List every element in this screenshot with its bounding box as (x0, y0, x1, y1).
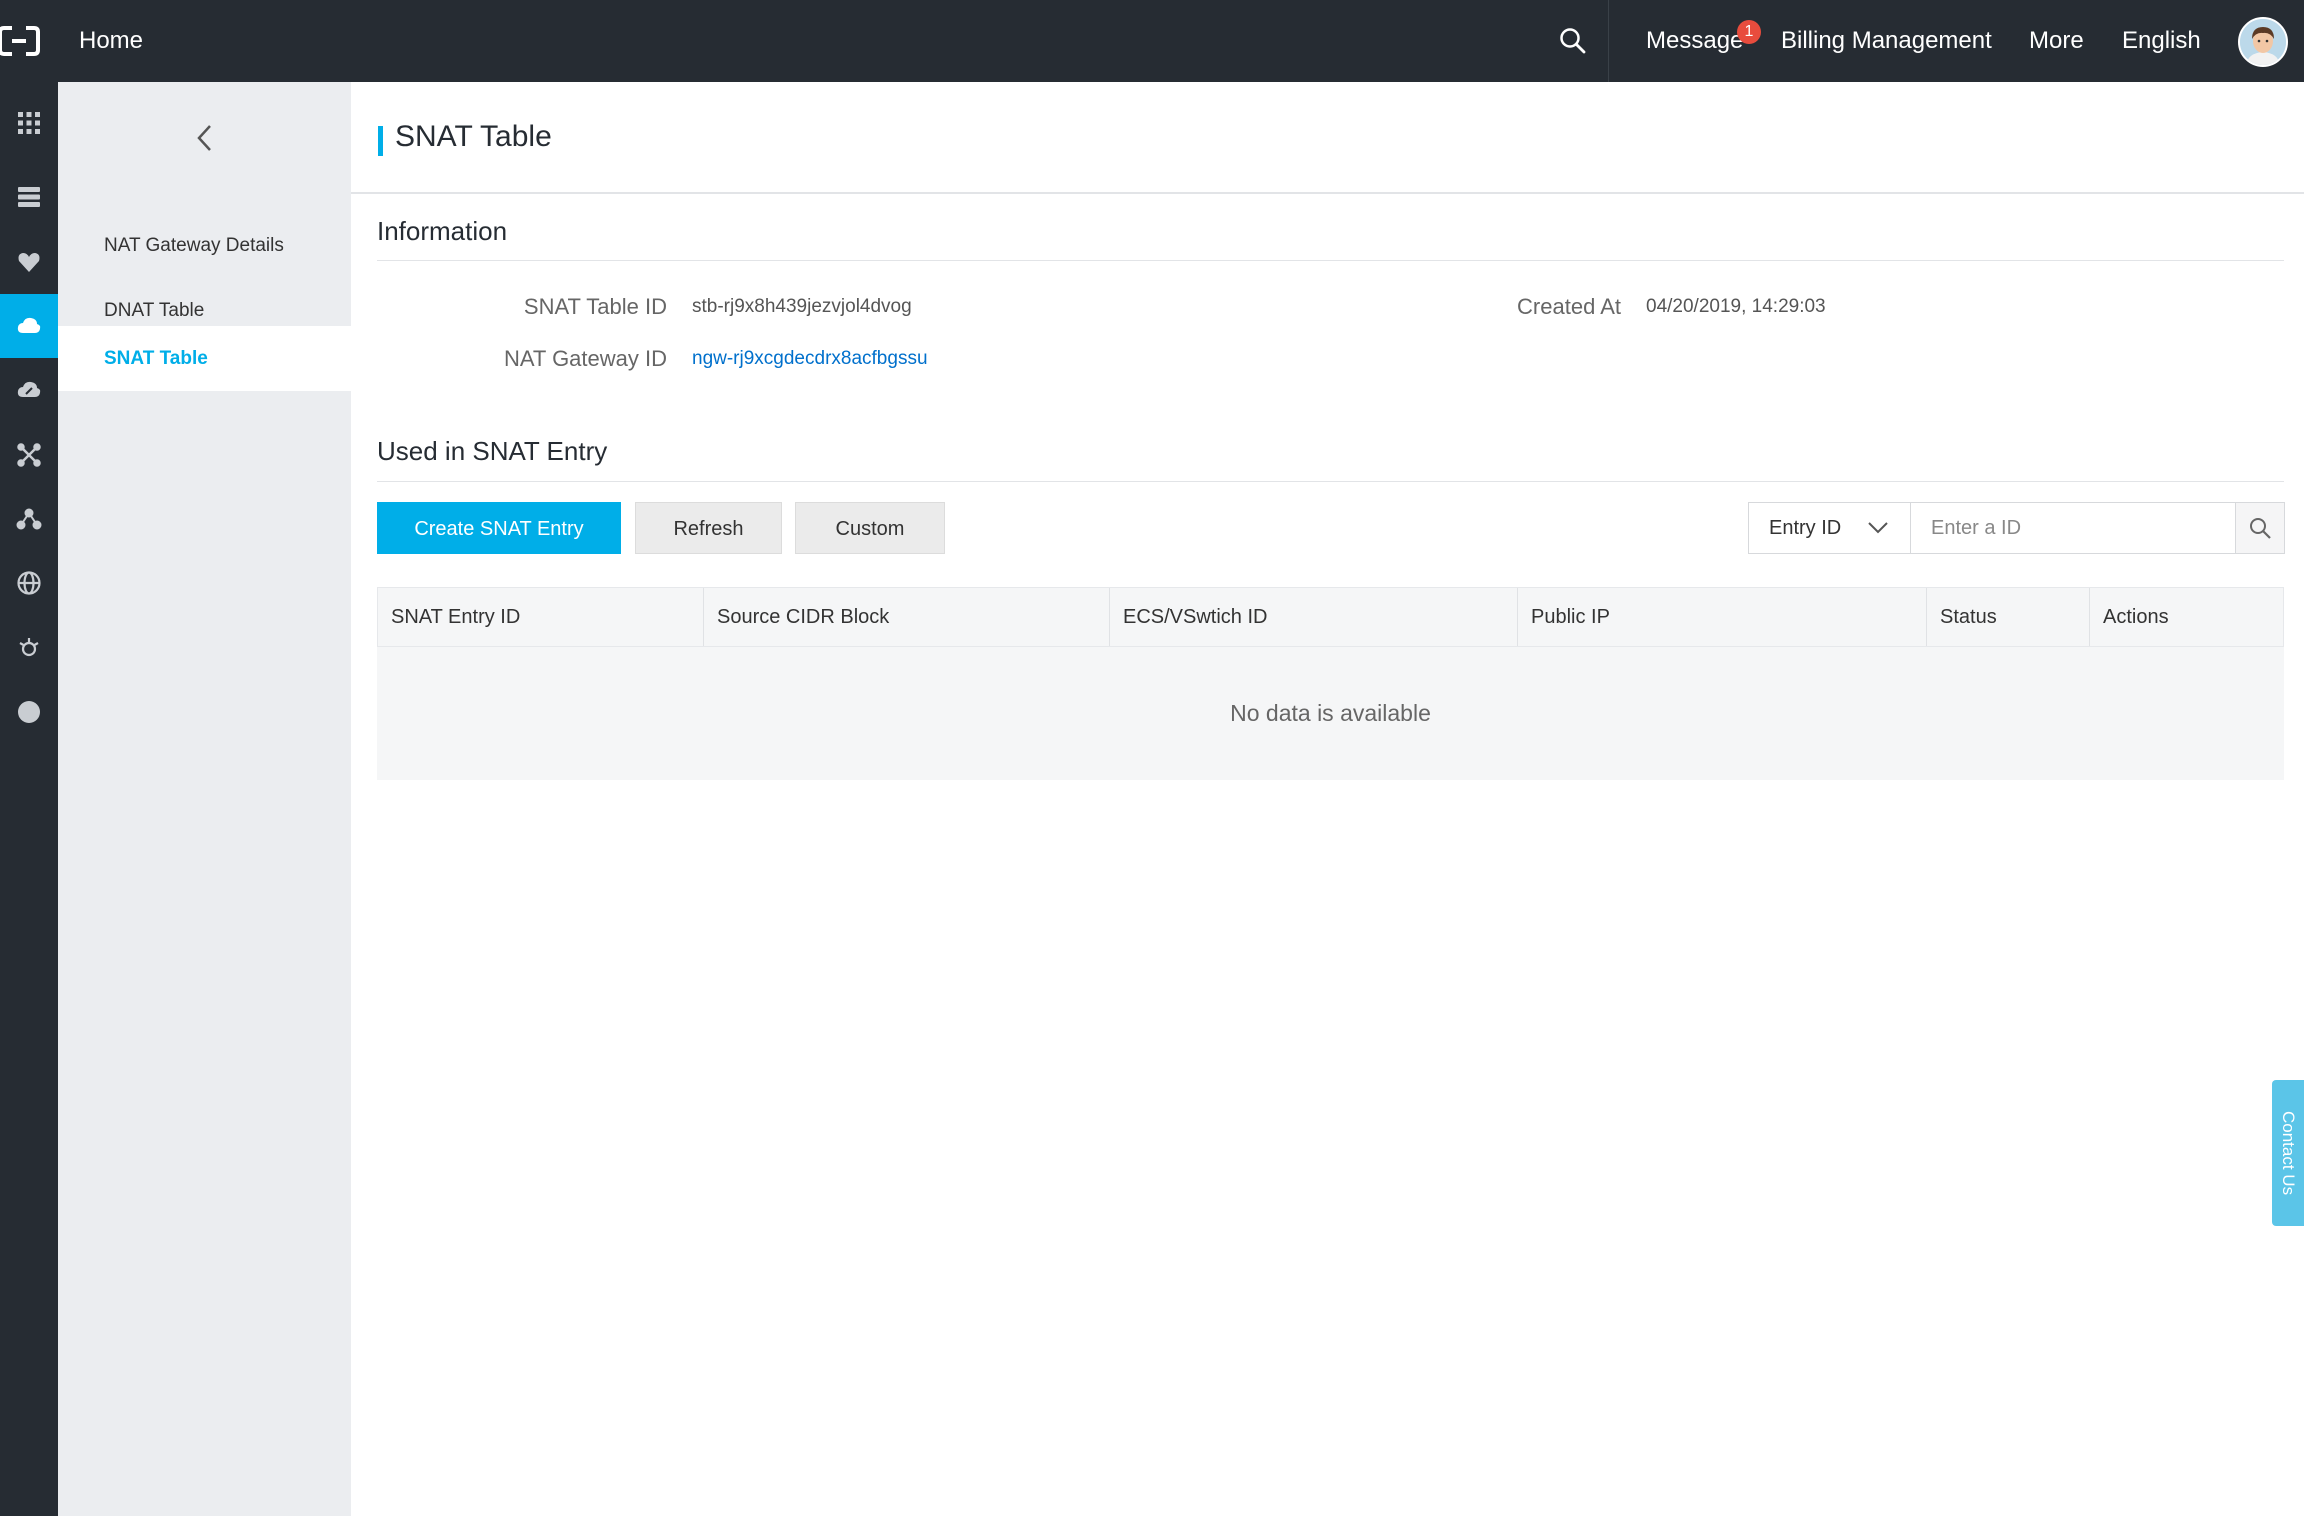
top-navigation-bar: Home Message 1 Billing Management More E… (0, 0, 2304, 82)
message-link[interactable]: Message (1646, 0, 1743, 82)
secondary-sidebar: NAT Gateway Details DNAT Table SNAT Tabl… (58, 82, 351, 1516)
globe-icon[interactable] (0, 551, 58, 615)
column-header-actions: Actions (2103, 606, 2169, 628)
snat-entry-section-title: Used in SNAT Entry (377, 436, 608, 466)
snat-table-id-value: stb-rj9x8h439jezvjol4dvog (692, 296, 912, 317)
custom-button[interactable]: Custom (795, 502, 945, 554)
user-avatar[interactable] (2238, 17, 2288, 67)
section-divider (377, 260, 2284, 261)
sidebar-item-nat-gateway-details[interactable]: NAT Gateway Details (58, 213, 351, 278)
back-button[interactable] (58, 82, 351, 194)
product-icon-rail (0, 82, 58, 1516)
message-count-badge: 1 (1737, 20, 1761, 44)
refresh-button[interactable]: Refresh (635, 502, 782, 554)
column-header-source-cidr: Source CIDR Block (704, 588, 1110, 646)
chevron-down-icon (1868, 522, 1888, 534)
column-header-snat-entry-id: SNAT Entry ID (378, 588, 704, 646)
cloud-sync-icon[interactable] (0, 358, 58, 422)
aliyun-logo-icon[interactable] (0, 24, 40, 58)
search-icon[interactable] (1558, 26, 1588, 56)
heart-shield-icon[interactable] (0, 230, 58, 294)
empty-table-message: No data is available (377, 647, 2284, 780)
title-accent-bar (378, 126, 383, 156)
create-snat-entry-button[interactable]: Create SNAT Entry (377, 502, 621, 554)
billing-management-link[interactable]: Billing Management (1781, 0, 1992, 82)
column-header-ecs-vswitch-id: ECS/VSwtich ID (1110, 588, 1518, 646)
page-header: SNAT Table (351, 82, 2304, 194)
snat-table-id-label: SNAT Table ID (523, 294, 667, 319)
table-header: SNAT Entry ID Source CIDR Block ECS/VSwt… (377, 587, 2284, 647)
network-nodes-icon[interactable] (0, 423, 58, 487)
information-section-title: Information (377, 216, 508, 246)
home-link[interactable]: Home (79, 0, 143, 82)
nat-gateway-id-link[interactable]: ngw-rj9xcgdecdrx8acfbgssu (692, 348, 928, 370)
filter-search-button[interactable] (2235, 503, 2284, 553)
language-selector[interactable]: English (2122, 0, 2201, 82)
created-at-value: 04/20/2019, 14:29:03 (1646, 296, 1826, 317)
filter-field-select[interactable]: Entry ID (1749, 503, 1911, 553)
more-menu[interactable]: More (2029, 0, 2084, 82)
chevron-left-icon (196, 125, 211, 151)
entry-search-filter: Entry ID (1748, 502, 2285, 554)
snat-entry-table: SNAT Entry ID Source CIDR Block ECS/VSwt… (377, 587, 2284, 780)
search-icon (2250, 518, 2271, 539)
entry-id-search-input[interactable] (1911, 503, 2235, 553)
sidebar-item-snat-table[interactable]: SNAT Table (58, 326, 351, 391)
filter-field-label: Entry ID (1769, 517, 1842, 539)
nat-gateway-id-label: NAT Gateway ID (503, 346, 667, 371)
section-divider (377, 481, 2284, 482)
created-at-label: Created At (1517, 294, 1621, 319)
cloud-network-icon[interactable] (0, 294, 58, 358)
apps-grid-icon[interactable] (0, 91, 58, 155)
gear-cloud-icon[interactable] (0, 616, 58, 680)
server-icon[interactable] (0, 165, 58, 229)
circle-icon[interactable] (0, 680, 58, 744)
page-title: SNAT Table (395, 120, 552, 153)
contact-us-button[interactable]: Contact Us (2272, 1080, 2304, 1226)
column-header-public-ip: Public IP (1518, 588, 1927, 646)
column-header-status: Status (1927, 588, 2090, 646)
topology-icon[interactable] (0, 487, 58, 551)
topbar-divider (1608, 0, 1609, 82)
